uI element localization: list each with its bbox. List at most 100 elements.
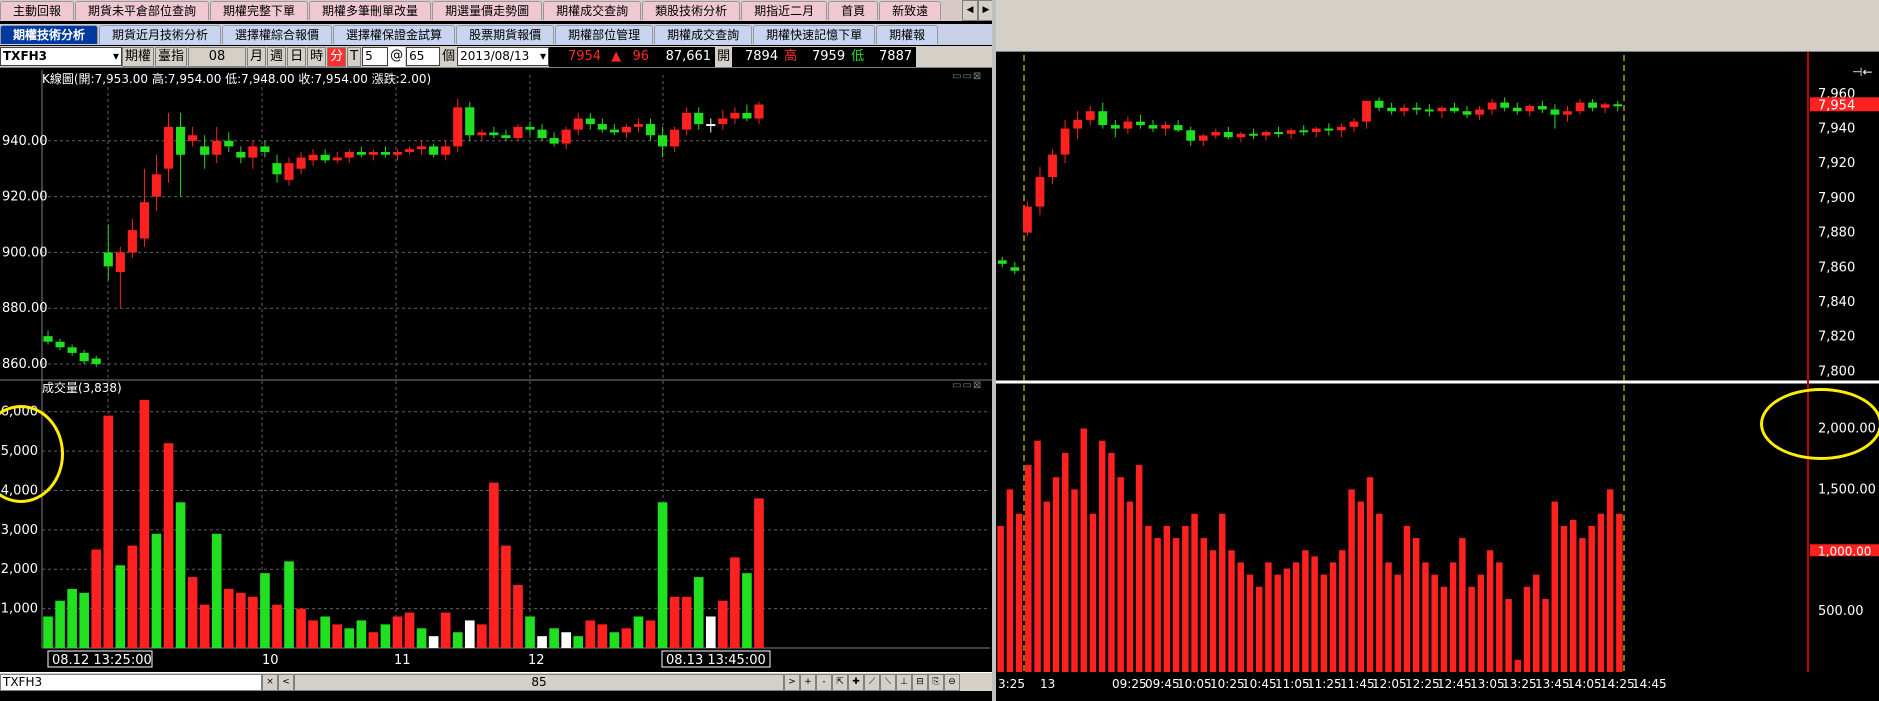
tab-primary-9[interactable]: 新致遠 [879,1,942,20]
bottom-symbol: TXFH3 [0,673,262,691]
period-week-button[interactable]: 週 [267,46,287,67]
bottom-scroll-bar: TXFH3 × < 85 > + - ⇱ ✚ ⟋ ⟍ ⊥ ⊟ ⎘ ⊖ [0,672,994,691]
scroll-right-icon[interactable]: > [784,673,800,691]
tick-button[interactable]: T [347,46,362,67]
tab-primary-6[interactable]: 類股技術分析 [642,1,741,20]
x-axis-label: 10:05 [1177,677,1212,691]
volume-bar [681,596,692,648]
volume-bar [657,502,668,648]
candle-body [1537,106,1547,110]
candle-body [1311,128,1321,133]
volume-bar [139,399,150,648]
tab-primary-7[interactable]: 期指近二月 [741,1,828,20]
tab-secondary-2[interactable]: 選擇權綜合報價 [222,25,333,44]
volume-bar [1283,568,1291,672]
volume-bar [1191,513,1198,672]
candle-body [272,163,282,175]
period-hour-button[interactable]: 時 [307,46,327,67]
volume-bar [115,565,126,648]
candle-body [633,124,644,127]
drawing-tool-icon-6[interactable]: ⎘ [928,673,944,691]
x-axis-label: 13:25 [1502,677,1537,691]
candle-body [308,154,318,161]
candle-body [1450,107,1459,112]
drawing-tool-icon-1[interactable]: ✚ [848,673,864,691]
candle-body [320,154,330,161]
tab-scroll-left-icon[interactable]: ◀ [962,0,978,21]
tab-secondary-0[interactable]: 期權技術分析 [0,25,99,44]
volume-bar [1468,586,1475,672]
volume-bar [1237,562,1244,672]
tab-secondary-1[interactable]: 期貨近月技術分析 [99,25,222,44]
period-minute-button[interactable]: 分 [327,46,347,67]
scroll-track[interactable]: 85 [294,673,784,691]
tab-primary-5[interactable]: 期權成交查詢 [543,1,642,20]
interval-input[interactable]: 5 [362,47,389,66]
chart-toolbar: TXFH3 ▾ 期權 臺指 08 月 週 日 時 分 T 5 @ 65 個 201… [0,46,994,68]
type-button[interactable]: 期權 [122,46,155,67]
candle-body [561,129,571,144]
candle-body [1274,132,1283,135]
contract-field[interactable]: 08 [188,46,247,67]
candle-body [1060,128,1070,155]
tab-primary-8[interactable]: 首頁 [828,1,879,20]
tab-primary-2[interactable]: 期權完整下單 [210,1,309,20]
price-tick-label: 940.00 [2,134,48,149]
drawing-tool-icon-5[interactable]: ⊟ [912,673,928,691]
candle-body [127,230,137,253]
drawing-tool-icon-3[interactable]: ⟍ [880,673,896,691]
volume-tick-label: 3,000 [1,523,38,538]
symbol-combobox[interactable]: TXFH3 ▾ [0,47,122,66]
volume-bar [1431,574,1438,672]
open-value: 7894 [732,46,783,67]
volume-bar [199,604,210,648]
tab-primary-4[interactable]: 期選量價走勢圖 [432,1,543,20]
volume-bar [1182,525,1189,672]
close-icon[interactable]: × [262,673,278,691]
volume-bar [67,588,77,648]
tab-secondary-7[interactable]: 期權快速記憶下單 [753,25,876,44]
tab-secondary-3[interactable]: 選擇權保證金試算 [333,25,456,44]
volume-bar [1228,550,1235,672]
tab-secondary-5[interactable]: 期權部位管理 [555,25,654,44]
candle-body [525,126,535,130]
price-tick-label: 7,920 [1818,156,1855,171]
x-axis-label: 14:05 [1567,677,1602,691]
candle-body [212,140,222,155]
drawing-tool-icon-0[interactable]: ⇱ [832,673,848,691]
volume-bar [260,573,270,648]
volume-bar [525,616,535,648]
tab-primary-0[interactable]: 主動回報 [0,1,75,20]
volume-bar [645,620,656,648]
volume-bar [1385,562,1392,672]
candle-body [537,129,547,139]
period-month-button[interactable]: 月 [247,46,267,67]
drawing-tool-icon-4[interactable]: ⊥ [896,673,912,691]
drawing-tool-icon-2[interactable]: ⟋ [864,673,880,691]
left-chart-window: 主動回報 期貨未平倉部位查詢 期權完整下單 期權多筆刪單改量 期選量價走勢圖 期權成交查詢… [0,0,994,701]
period-day-button[interactable]: 日 [287,46,307,67]
candle-body [1110,125,1120,129]
tab-primary-1[interactable]: 期貨未平倉部位查詢 [75,1,210,20]
index-button[interactable]: 臺指 [155,46,188,67]
tab-secondary-6[interactable]: 期權成交查詢 [654,25,753,44]
candle-body [91,358,101,365]
zoom-in-icon[interactable]: + [800,673,816,691]
price-tick-label: 880.00 [2,301,48,316]
tab-primary-3[interactable]: 期權多筆刪單改量 [309,1,432,20]
candle-body [43,336,53,342]
drawing-tool-icon-7[interactable]: ⊖ [944,673,960,691]
scroll-left-icon[interactable]: < [278,673,294,691]
zoom-out-icon[interactable]: - [816,673,832,691]
count-input[interactable]: 65 [406,47,441,66]
date-picker[interactable]: 2013/08/13 ▾ [457,47,550,66]
symbol-value: TXFH3 [3,49,48,63]
volume-bar [1015,513,1023,672]
candle-body [1550,109,1560,115]
tab-secondary-4[interactable]: 股票期貨報價 [456,25,555,44]
right-chart-area: 7,9607,9407,9207,9007,8807,8607,8407,820… [996,52,1879,691]
tab-secondary-8[interactable]: 期權報 [876,25,939,44]
volume-bar [609,632,620,648]
candle-body [404,149,415,152]
x-axis-label: 13:45 [1535,677,1570,691]
